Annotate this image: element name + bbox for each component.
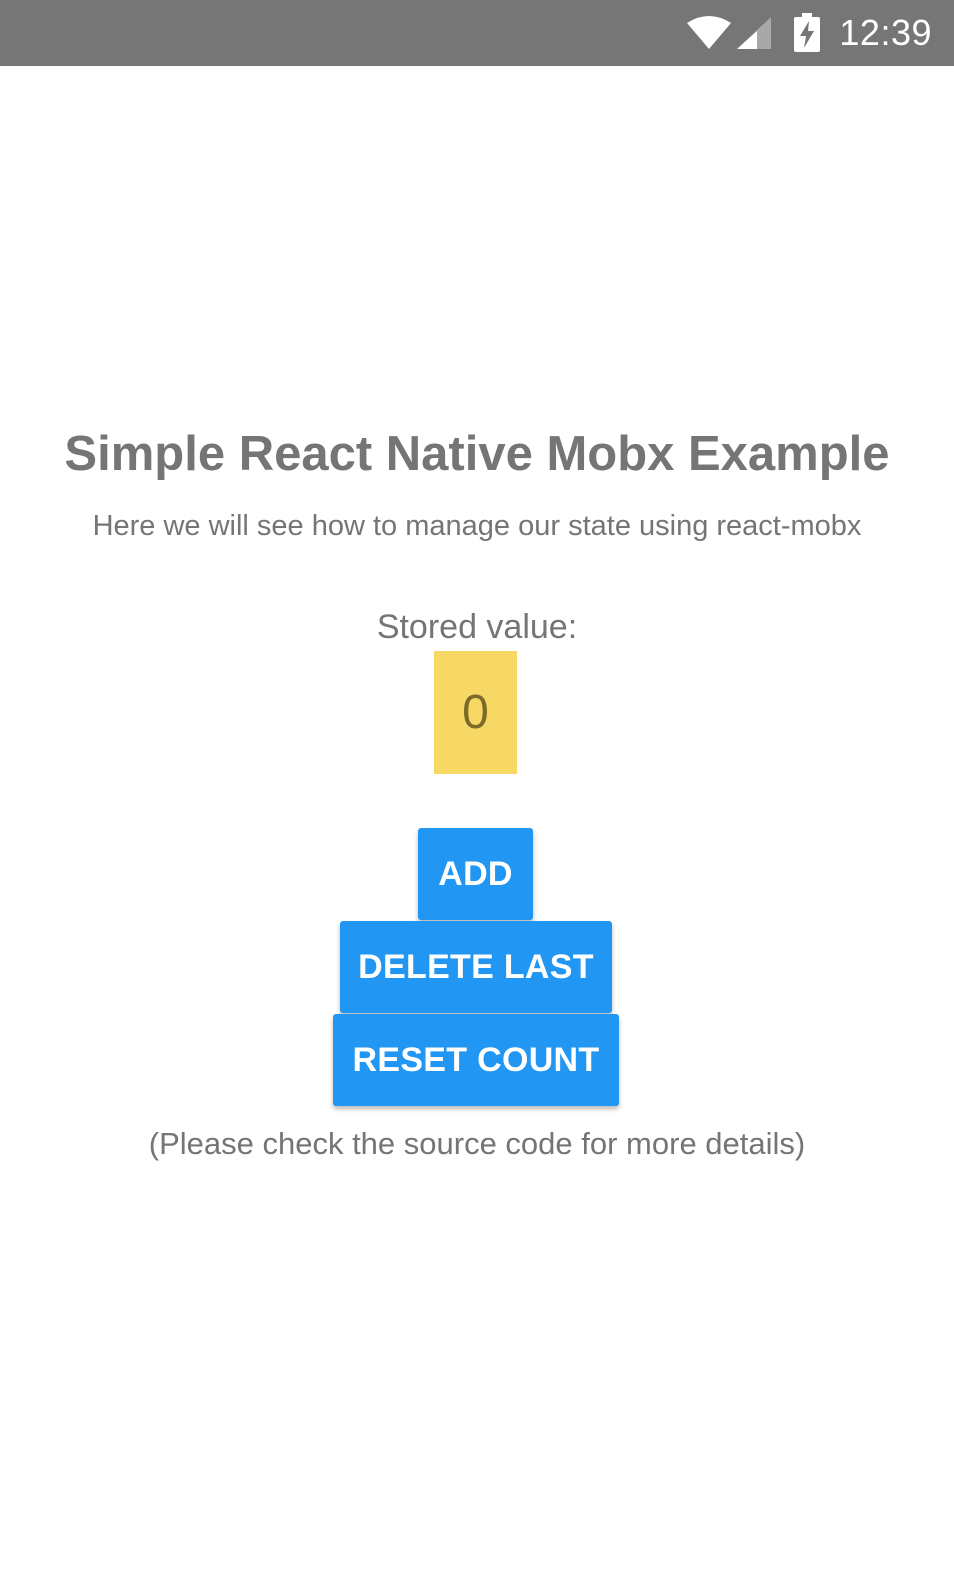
reset-count-button[interactable]: RESET COUNT xyxy=(333,1014,619,1106)
add-button[interactable]: ADD xyxy=(418,828,533,920)
stored-value-label: Stored value: xyxy=(376,608,578,646)
status-bar: 12:39 xyxy=(0,0,954,66)
signal-icon xyxy=(735,15,773,51)
status-clock: 12:39 xyxy=(839,12,932,53)
stored-value-box: 0 xyxy=(434,651,517,774)
footer-note: (Please check the source code for more d… xyxy=(148,1126,806,1161)
delete-last-button[interactable]: DELETE LAST xyxy=(340,921,612,1013)
page-title: Simple React Native Mobx Example xyxy=(64,427,890,481)
status-icons: 12:39 xyxy=(685,0,932,66)
battery-charging-icon xyxy=(793,13,821,53)
wifi-icon xyxy=(685,15,733,51)
main-content: Simple React Native Mobx Example Here we… xyxy=(0,66,954,1571)
page-subtitle: Here we will see how to manage our state… xyxy=(92,510,862,542)
